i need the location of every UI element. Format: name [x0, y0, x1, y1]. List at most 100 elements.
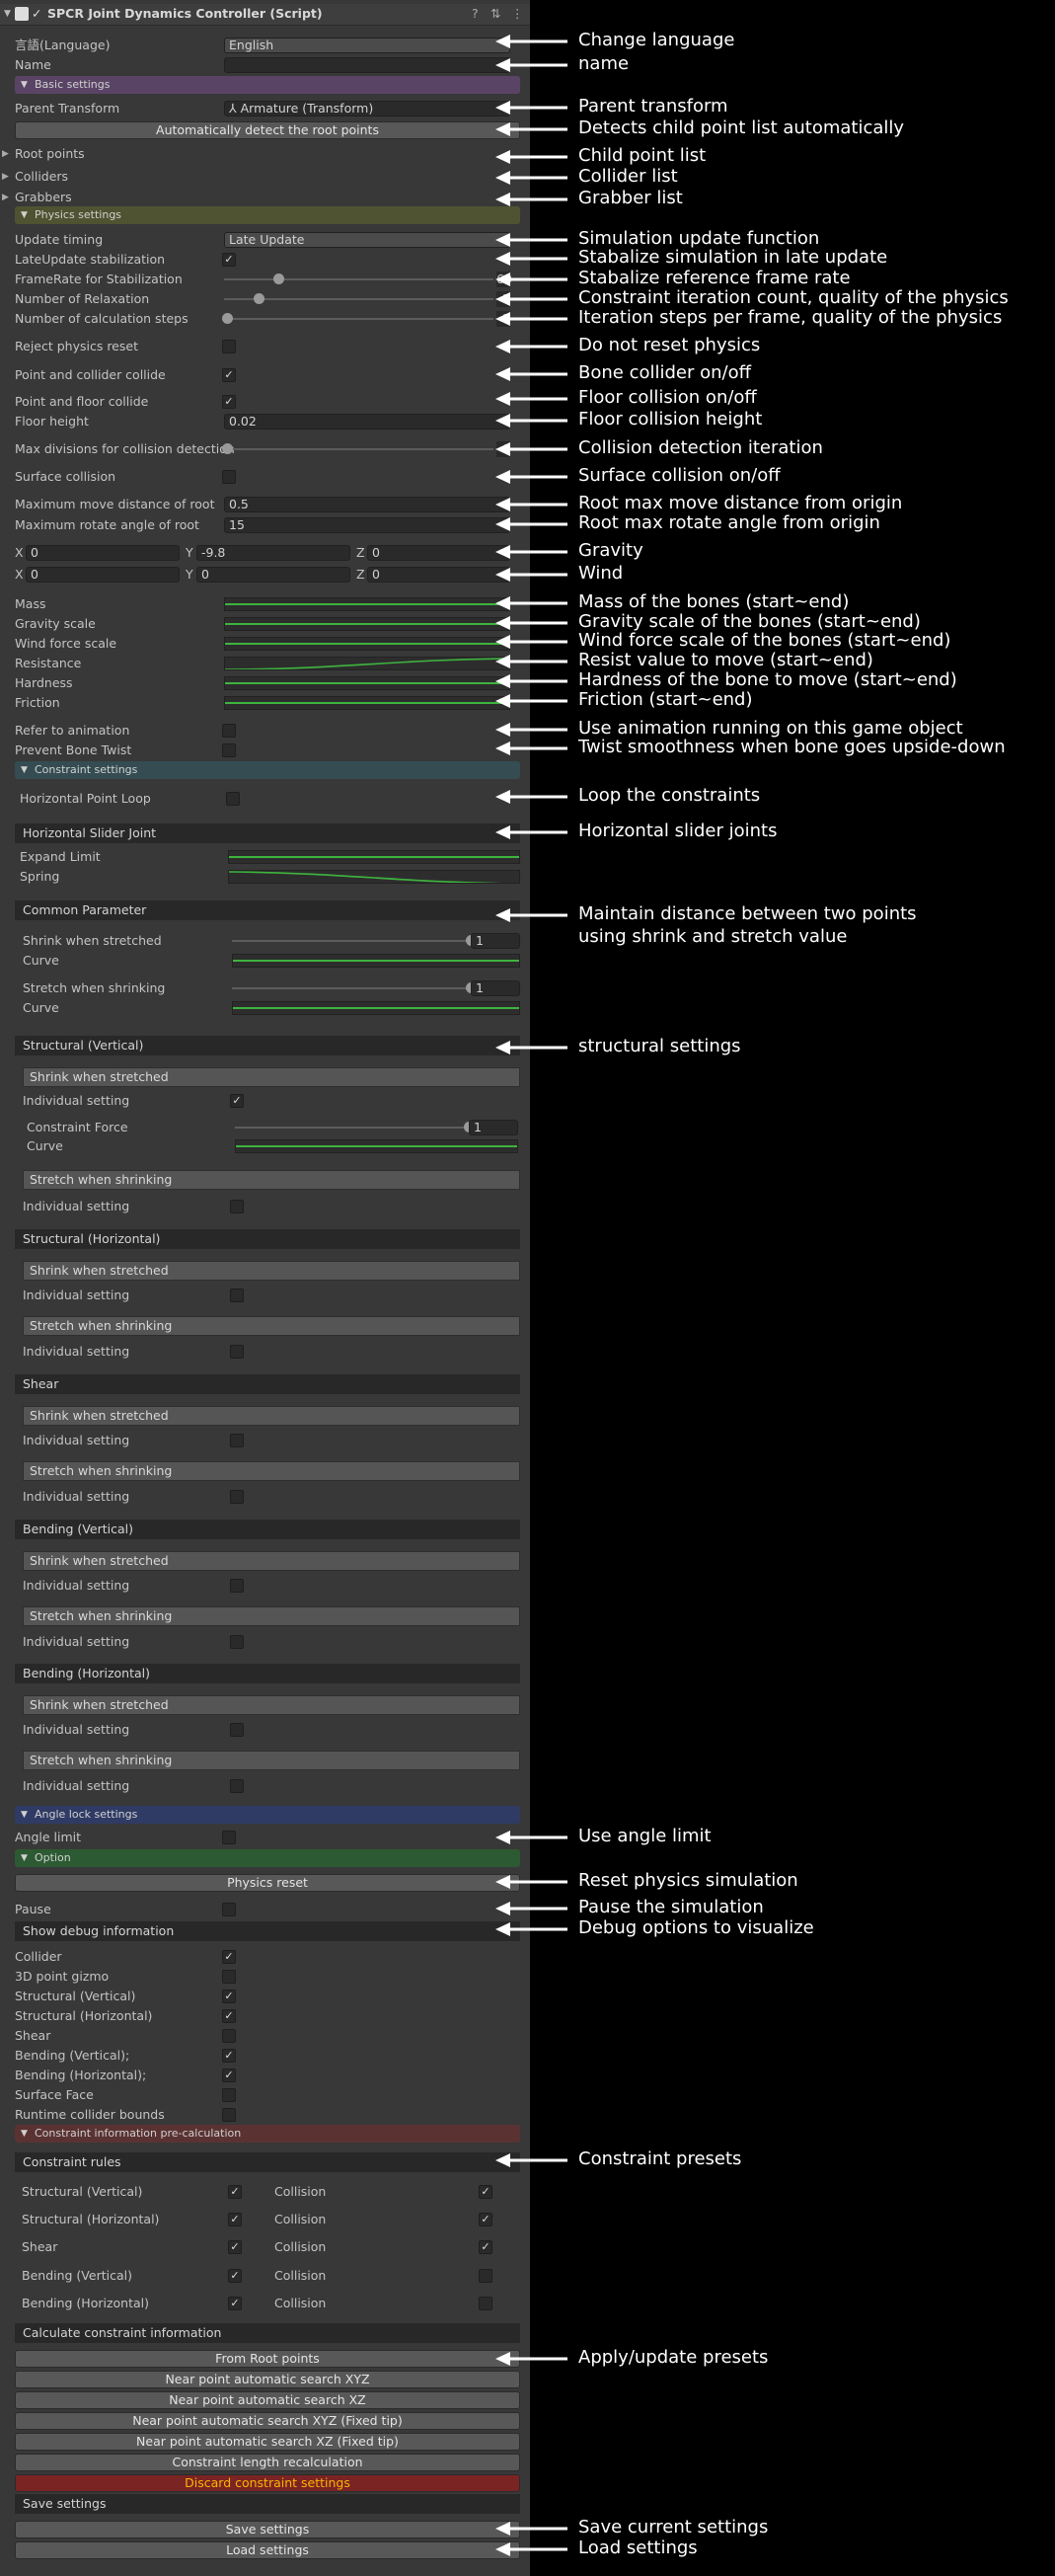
physics-settings-header[interactable]: ▼ Physics settings	[15, 206, 520, 224]
framerate-slider[interactable]	[224, 273, 493, 284]
rule-checkbox[interactable]: ✓	[228, 2269, 242, 2283]
near-point-xyz-button[interactable]: Near point automatic search XYZ	[15, 2371, 520, 2388]
foldout-arrow-icon[interactable]: ▶	[2, 167, 9, 187]
rule-checkbox[interactable]: ✓	[228, 2297, 242, 2310]
constraint-settings-header[interactable]: ▼ Constraint settings	[15, 761, 520, 779]
prevent-twist-checkbox[interactable]	[222, 743, 236, 757]
gravity-x-field[interactable]: 0	[26, 545, 180, 561]
foldout-arrow-icon[interactable]: ▼	[4, 4, 11, 24]
individual-setting-checkbox[interactable]	[230, 1345, 244, 1359]
individual-setting-checkbox[interactable]	[230, 1490, 244, 1504]
angle-limit-checkbox[interactable]	[222, 1831, 236, 1844]
parent-transform-field[interactable]: ⅄ Armature (Transform)	[224, 101, 510, 117]
rule-collision-checkbox[interactable]: ✓	[479, 2213, 492, 2226]
wind-scale-curve[interactable]	[224, 637, 510, 651]
max-move-field[interactable]: 0.5	[224, 497, 510, 512]
constraint-force-value[interactable]: 1	[469, 1120, 518, 1135]
stretch-shrinking-curve[interactable]	[232, 1001, 520, 1015]
pause-checkbox[interactable]	[222, 1903, 236, 1916]
rule-collision-checkbox[interactable]	[479, 2297, 492, 2310]
length-recalc-button[interactable]: Constraint length recalculation	[15, 2454, 520, 2471]
individual-setting-checkbox[interactable]	[230, 1779, 244, 1793]
reject-reset-checkbox[interactable]	[222, 340, 236, 353]
friction-curve[interactable]	[224, 696, 510, 710]
individual-setting-checkbox[interactable]	[230, 1200, 244, 1213]
from-root-points-button[interactable]: From Root points	[15, 2350, 520, 2368]
slider-knob[interactable]	[272, 273, 284, 284]
auto-detect-root-button[interactable]: Automatically detect the root points	[15, 121, 520, 139]
shrink-stretched-curve[interactable]	[232, 954, 520, 968]
debug-item-checkbox[interactable]	[222, 2029, 236, 2043]
help-icon[interactable]: ?	[472, 4, 479, 24]
max-divisions-slider[interactable]	[221, 443, 493, 454]
preset-icon[interactable]: ⇅	[490, 4, 500, 24]
resistance-curve[interactable]	[224, 657, 510, 670]
surface-collision-checkbox[interactable]	[222, 470, 236, 484]
option-header[interactable]: ▼ Option	[15, 1849, 520, 1867]
point-floor-checkbox[interactable]: ✓	[222, 395, 236, 409]
spring-curve[interactable]	[228, 870, 520, 884]
calc-steps-value[interactable]: 1	[496, 311, 510, 327]
point-collider-checkbox[interactable]: ✓	[222, 368, 236, 382]
late-update-checkbox[interactable]: ✓	[222, 253, 236, 267]
individual-setting-checkbox[interactable]: ✓	[230, 1094, 244, 1108]
colliders-foldout[interactable]: Colliders	[15, 167, 68, 187]
floor-height-field[interactable]: 0.02	[224, 414, 510, 429]
constraint-force-curve[interactable]	[235, 1139, 518, 1153]
root-points-foldout[interactable]: Root points	[15, 144, 85, 164]
expand-limit-curve[interactable]	[228, 850, 520, 864]
basic-settings-header[interactable]: ▼ Basic settings	[15, 76, 520, 94]
wind-z-field[interactable]: 0	[367, 567, 510, 583]
debug-item-checkbox[interactable]	[222, 1970, 236, 1984]
relaxation-value[interactable]: 3	[496, 291, 510, 307]
gravity-y-field[interactable]: -9.8	[196, 545, 350, 561]
save-settings-button[interactable]: Save settings	[15, 2521, 520, 2538]
debug-item-checkbox[interactable]	[222, 2108, 236, 2122]
stretch-shrinking-value[interactable]: 1	[471, 980, 520, 996]
debug-item-checkbox[interactable]: ✓	[222, 1950, 236, 1964]
foldout-arrow-icon[interactable]: ▶	[2, 188, 9, 207]
wind-x-field[interactable]: 0	[26, 567, 180, 583]
physics-reset-button[interactable]: Physics reset	[15, 1874, 520, 1892]
foldout-arrow-icon[interactable]: ▶	[2, 144, 9, 164]
slider-knob[interactable]	[254, 293, 265, 304]
update-timing-dropdown[interactable]: Late Update	[224, 232, 510, 248]
name-field[interactable]	[224, 57, 510, 73]
wind-y-field[interactable]: 0	[196, 567, 350, 583]
rule-checkbox[interactable]: ✓	[228, 2213, 242, 2226]
point-loop-checkbox[interactable]	[226, 792, 240, 806]
slider-knob[interactable]	[221, 313, 233, 324]
language-dropdown[interactable]: English	[224, 38, 510, 53]
max-divisions-value[interactable]: 0	[496, 441, 510, 457]
debug-item-checkbox[interactable]: ✓	[222, 2069, 236, 2082]
max-rotate-field[interactable]: 15	[224, 517, 510, 533]
refer-animation-checkbox[interactable]	[222, 724, 236, 738]
grabbers-foldout[interactable]: Grabbers	[15, 188, 72, 207]
rule-collision-checkbox[interactable]: ✓	[479, 2185, 492, 2199]
rule-collision-checkbox[interactable]	[479, 2269, 492, 2283]
gravity-scale-curve[interactable]	[224, 617, 510, 631]
individual-setting-checkbox[interactable]	[230, 1723, 244, 1737]
load-settings-button[interactable]: Load settings	[15, 2541, 520, 2559]
stretch-shrinking-slider[interactable]	[232, 982, 477, 993]
gravity-z-field[interactable]: 0	[367, 545, 510, 561]
calc-steps-slider[interactable]	[221, 313, 493, 324]
shrink-stretched-slider[interactable]	[232, 935, 477, 946]
enabled-checkbox[interactable]: ✓	[32, 4, 41, 24]
angle-lock-header[interactable]: ▼ Angle lock settings	[15, 1806, 520, 1824]
near-point-xz-fixed-button[interactable]: Near point automatic search XZ (Fixed ti…	[15, 2433, 520, 2451]
shrink-stretched-value[interactable]: 1	[471, 933, 520, 949]
framerate-value[interactable]: 60	[496, 272, 512, 287]
debug-item-checkbox[interactable]: ✓	[222, 1990, 236, 2003]
debug-item-checkbox[interactable]	[222, 2088, 236, 2102]
precalc-header[interactable]: ▼ Constraint information pre-calculation	[15, 2125, 520, 2143]
individual-setting-checkbox[interactable]	[230, 1579, 244, 1593]
more-menu-icon[interactable]: ⋮	[511, 4, 524, 24]
debug-item-checkbox[interactable]: ✓	[222, 2049, 236, 2063]
hardness-curve[interactable]	[224, 676, 510, 690]
individual-setting-checkbox[interactable]	[230, 1635, 244, 1649]
rule-checkbox[interactable]: ✓	[228, 2240, 242, 2254]
near-point-xz-button[interactable]: Near point automatic search XZ	[15, 2391, 520, 2409]
slider-knob[interactable]	[221, 443, 233, 454]
discard-constraint-button[interactable]: Discard constraint settings	[15, 2474, 520, 2492]
